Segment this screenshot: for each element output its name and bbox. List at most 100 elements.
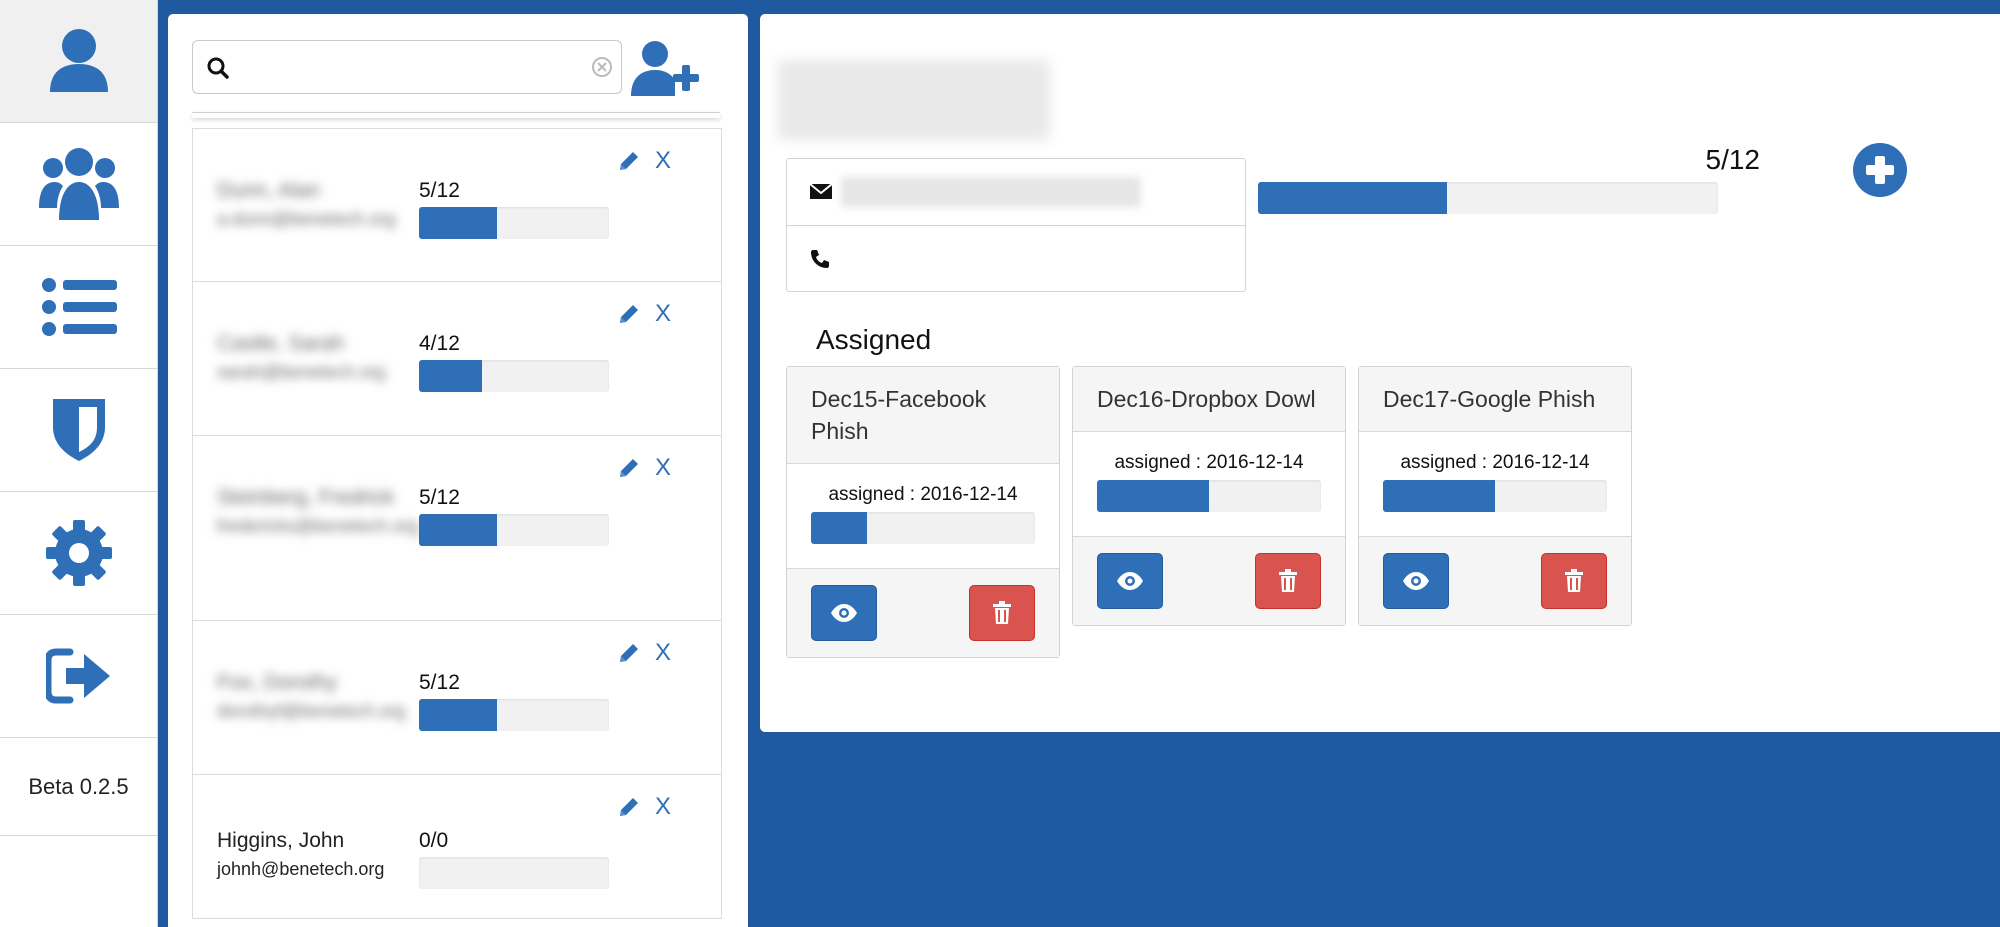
campaign-card: Dec17-Google Phish assigned : 2016-12-14 [1358, 366, 1632, 626]
campaign-card: Dec16-Dropbox Dowl assigned : 2016-12-14 [1072, 366, 1346, 626]
eye-icon [1117, 572, 1143, 590]
nav-users[interactable] [0, 123, 157, 246]
campaign-title: Dec16-Dropbox Dowl [1073, 367, 1345, 432]
add-user-icon[interactable] [631, 40, 701, 98]
remove-user-button[interactable]: X [655, 454, 671, 482]
nav-user[interactable] [0, 0, 157, 123]
trash-icon [993, 601, 1011, 624]
nav-logout[interactable] [0, 615, 157, 738]
user-name: Fox, Dorothy [217, 671, 338, 694]
campaign-assigned-date: assigned : 2016-12-14 [1400, 452, 1590, 473]
user-card[interactable]: X Steinberg, Fredrick fredericks@benetec… [192, 436, 722, 621]
user-progress: 4/12 [419, 332, 609, 392]
user-card[interactable]: X Higgins, John johnh@benetech.org 0/0 [192, 775, 722, 919]
sidebar: Beta 0.2.5 [0, 0, 158, 927]
campaign-assigned-date: assigned : 2016-12-14 [1114, 452, 1304, 473]
campaign-progress-bar [1383, 480, 1607, 512]
user-email: johnh@benetech.org [217, 859, 385, 879]
user-info: Steinberg, Fredrick fredericks@benetech.… [217, 486, 419, 537]
version-label: Beta 0.2.5 [0, 738, 157, 836]
campaign-assigned-date: assigned : 2016-12-14 [828, 484, 1018, 505]
search-icon [207, 57, 229, 79]
user-email: fredericks@benetech.org [217, 516, 419, 536]
envelope-icon [809, 183, 833, 199]
remove-user-button[interactable]: X [655, 639, 671, 667]
user-name: Dunn, Alan [217, 179, 320, 202]
user-progress-count: 4/12 [419, 332, 460, 355]
email-row [787, 159, 1245, 225]
detail-progress-count: 5/12 [1705, 144, 1761, 175]
remove-user-button[interactable]: X [655, 147, 671, 175]
user-email: dorothyf@benetech.org [217, 701, 406, 721]
edit-icon[interactable] [617, 456, 641, 480]
phone-row [787, 225, 1245, 291]
delete-campaign-button[interactable] [969, 585, 1035, 641]
email-value-redacted [841, 177, 1141, 207]
search-box [192, 40, 622, 94]
view-campaign-button[interactable] [1097, 553, 1163, 609]
edit-icon[interactable] [617, 641, 641, 665]
delete-campaign-button[interactable] [1541, 553, 1607, 609]
clear-search-icon[interactable] [591, 56, 613, 78]
user-icon [49, 29, 108, 92]
user-progress-count: 5/12 [419, 179, 460, 202]
user-info: Fox, Dorothy dorothyf@benetech.org [217, 671, 406, 722]
view-campaign-button[interactable] [811, 585, 877, 641]
shield-icon [52, 399, 105, 461]
trash-icon [1279, 569, 1297, 592]
user-name: Steinberg, Fredrick [217, 486, 395, 509]
user-progress-count: 0/0 [419, 829, 449, 852]
user-progress: 5/12 [419, 486, 609, 546]
user-progress-bar [419, 857, 609, 889]
user-progress-count: 5/12 [419, 486, 460, 509]
campaign-progress-bar [811, 512, 1035, 544]
user-progress: 5/12 [419, 671, 609, 731]
users-group-icon [38, 148, 119, 220]
campaign-body: assigned : 2016-12-14 [787, 464, 1059, 569]
user-card[interactable]: X Fox, Dorothy dorothyf@benetech.org 5/1… [192, 621, 722, 775]
nav-security[interactable] [0, 369, 157, 492]
campaign-body: assigned : 2016-12-14 [1073, 432, 1345, 537]
delete-campaign-button[interactable] [1255, 553, 1321, 609]
campaign-actions [1073, 537, 1345, 625]
campaign-actions [787, 569, 1059, 657]
user-email: sarah@benetech.org [217, 362, 386, 382]
search-input[interactable] [243, 49, 583, 85]
add-campaign-icon[interactable] [1852, 142, 1908, 198]
campaign-card: Dec15-Facebook Phish assigned : 2016-12-… [786, 366, 1060, 658]
user-progress-bar [419, 360, 609, 392]
detail-progress-bar [1258, 182, 1718, 214]
view-campaign-button[interactable] [1383, 553, 1449, 609]
eye-icon [1403, 572, 1429, 590]
remove-user-button[interactable]: X [655, 793, 671, 821]
user-progress: 5/12 [419, 179, 609, 239]
user-detail-panel: 5/12 Assigned Dec15-Facebook Phish assig… [760, 14, 2000, 732]
user-progress-bar [419, 514, 609, 546]
user-name: Castle, Sarah [217, 332, 345, 355]
detail-user-name-redacted [778, 60, 1050, 140]
nav-settings[interactable] [0, 492, 157, 615]
user-progress-bar [419, 207, 609, 239]
eye-icon [831, 604, 857, 622]
list-icon [41, 278, 117, 336]
edit-icon[interactable] [617, 795, 641, 819]
phone-icon [811, 250, 829, 268]
user-email: a.dunn@benetech.org [217, 209, 396, 229]
user-info: Castle, Sarah sarah@benetech.org [217, 332, 402, 383]
campaign-title: Dec17-Google Phish [1359, 367, 1631, 432]
campaign-progress-bar [1097, 480, 1321, 512]
user-progress: 0/0 [419, 829, 609, 889]
sign-out-icon [45, 648, 110, 704]
user-name: Higgins, John [217, 829, 345, 852]
nav-list[interactable] [0, 246, 157, 369]
edit-icon[interactable] [617, 149, 641, 173]
user-card[interactable]: X Castle, Sarah sarah@benetech.org 4/12 [192, 282, 722, 436]
user-card[interactable]: X Dunn, Alan a.dunn@benetech.org 5/12 [192, 128, 722, 282]
campaign-title: Dec15-Facebook Phish [787, 367, 1059, 464]
contact-box [786, 158, 1246, 292]
user-progress-bar [419, 699, 609, 731]
remove-user-button[interactable]: X [655, 300, 671, 328]
trash-icon [1565, 569, 1583, 592]
user-list: X Dunn, Alan a.dunn@benetech.org 5/12 X … [192, 128, 722, 919]
edit-icon[interactable] [617, 302, 641, 326]
